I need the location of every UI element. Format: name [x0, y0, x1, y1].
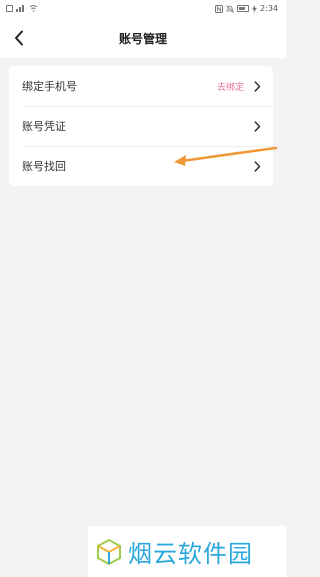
watermark: 烟云软件园 — [88, 526, 286, 577]
status-right: 2:34 — [215, 4, 278, 13]
bind-status-link[interactable]: 去绑定 — [217, 80, 244, 93]
row-label: 绑定手机号 — [22, 80, 77, 93]
row-label: 账号凭证 — [22, 120, 66, 133]
mute-icon — [226, 4, 234, 13]
nfc-icon — [215, 4, 224, 13]
notification-icon — [6, 4, 13, 12]
cube-logo-icon — [97, 538, 121, 565]
status-left — [6, 4, 38, 12]
signal-icon — [16, 5, 24, 12]
wifi-icon — [29, 5, 38, 12]
status-time: 2:34 — [260, 4, 278, 13]
settings-row-credential[interactable]: 账号凭证 — [9, 106, 273, 146]
charging-icon — [252, 4, 258, 13]
annotation-arrow-icon — [174, 146, 278, 166]
settings-row-bind-phone[interactable]: 绑定手机号 去绑定 — [9, 66, 273, 106]
chevron-right-icon — [254, 80, 261, 92]
watermark-text: 烟云软件园 — [128, 540, 253, 568]
chevron-right-icon — [254, 120, 261, 132]
battery-icon — [237, 5, 250, 12]
page-title: 账号管理 — [118, 32, 167, 46]
status-bar: 2:34 — [0, 0, 286, 18]
nav-bar: 账号管理 — [0, 18, 286, 58]
